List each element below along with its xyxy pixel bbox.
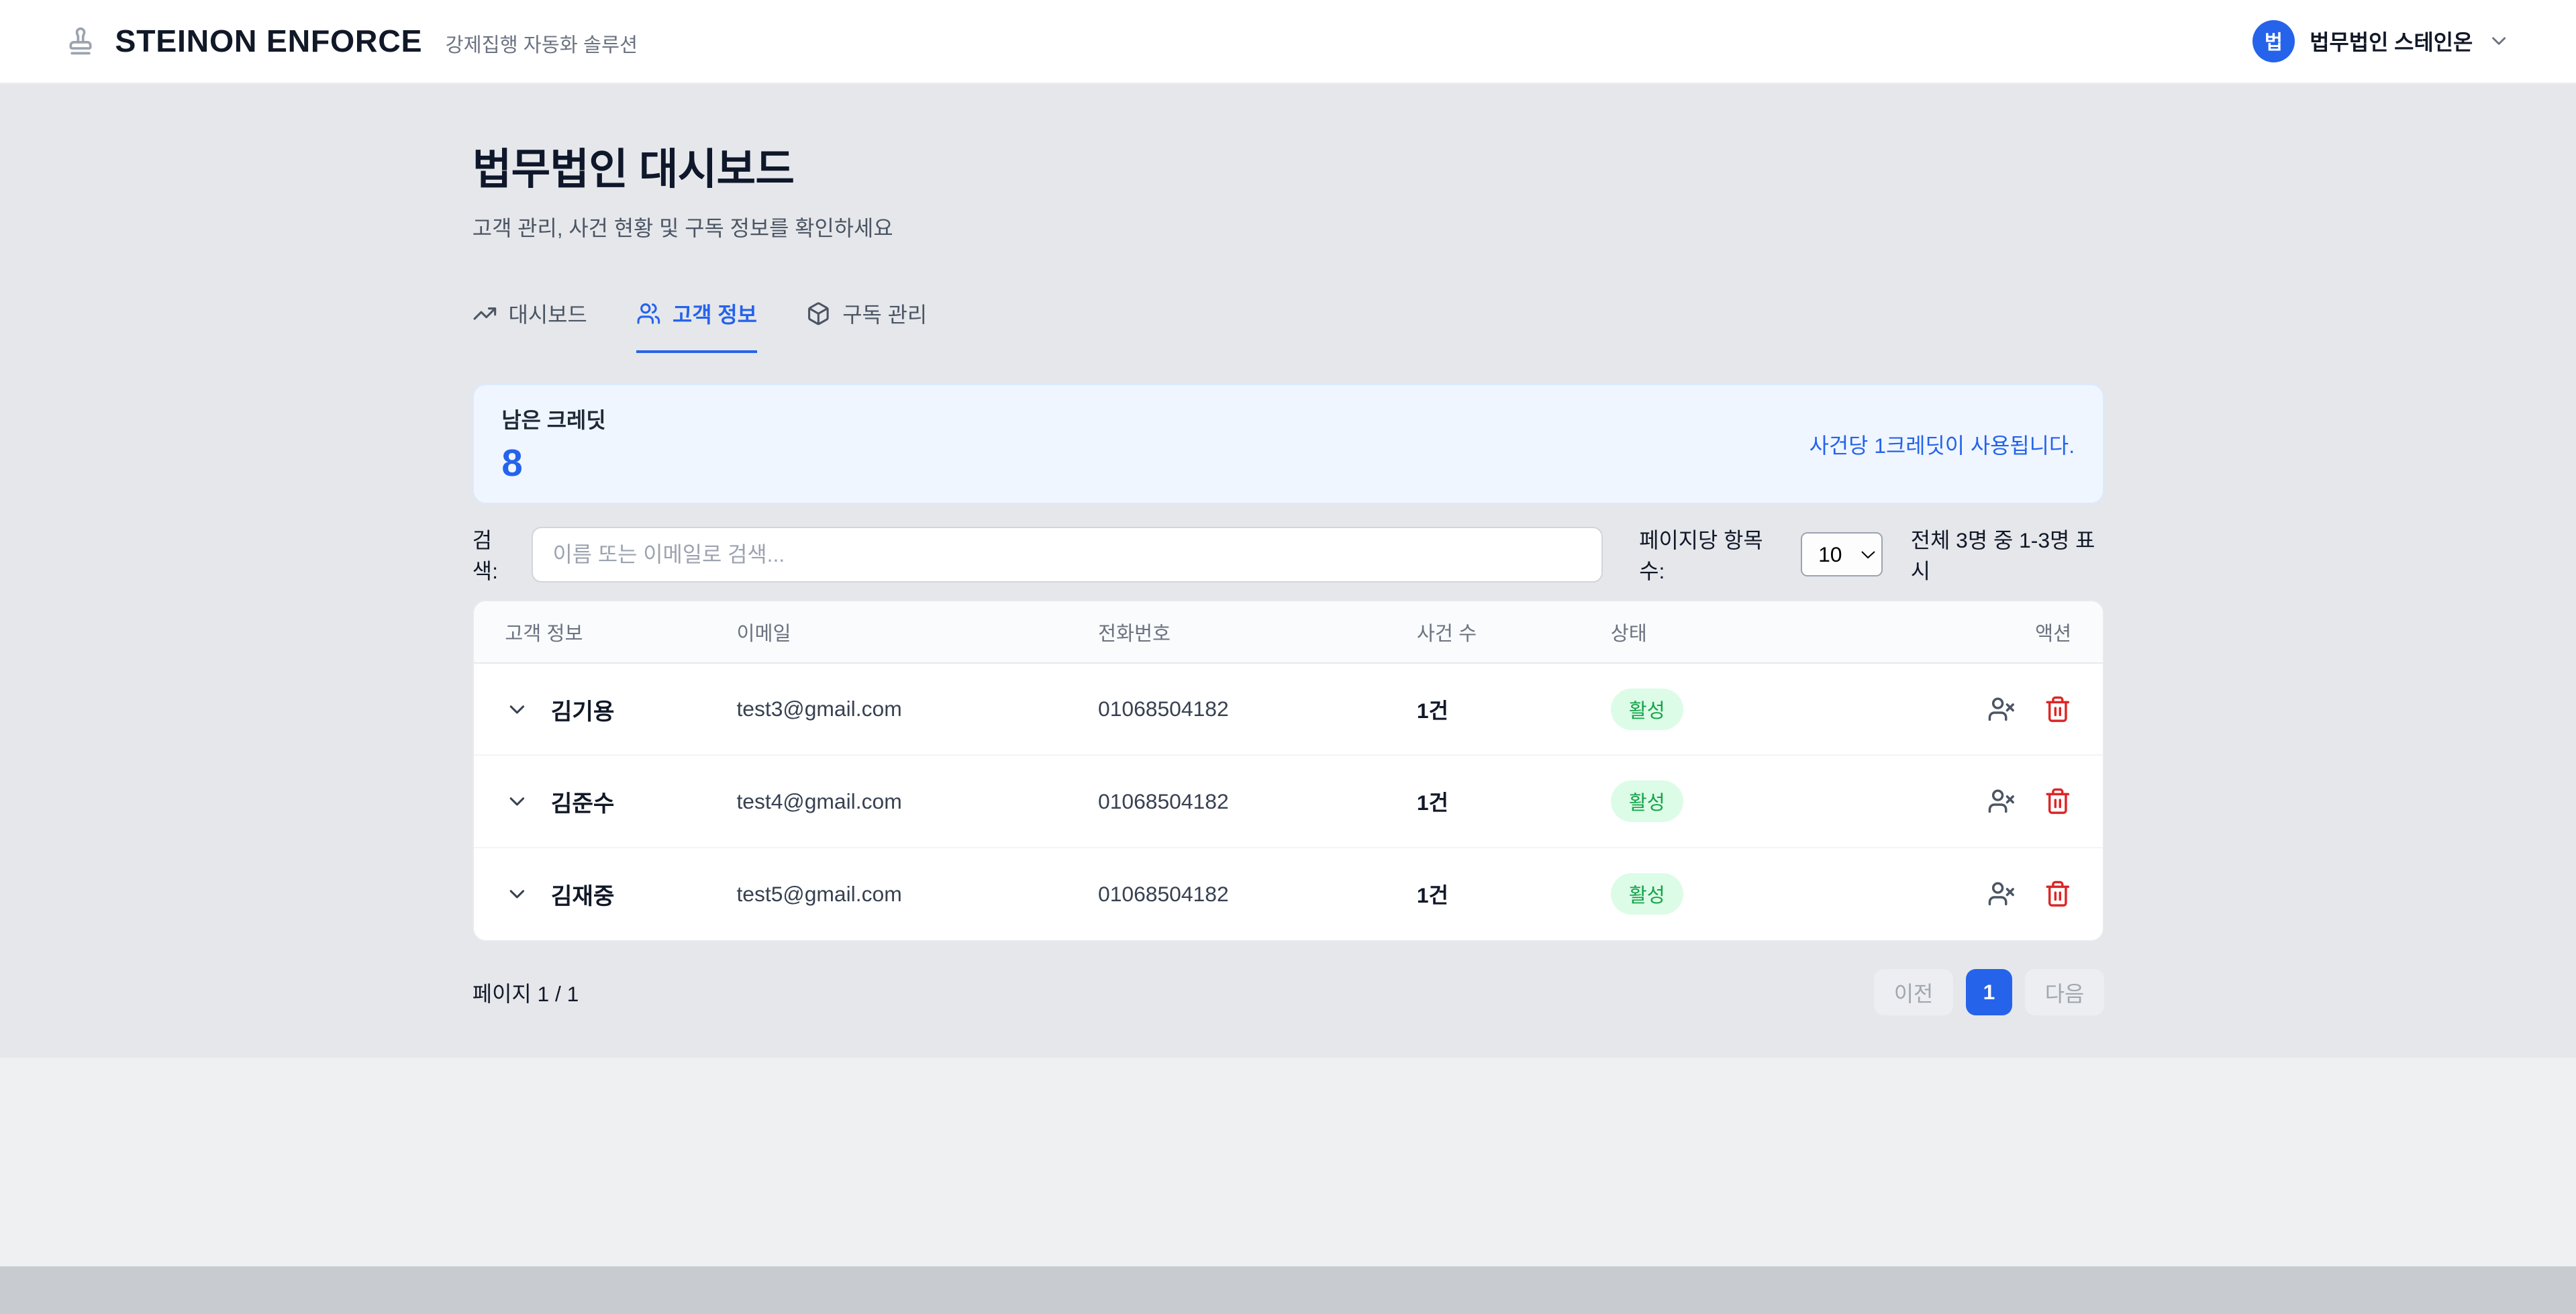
footer-band-light: [0, 1058, 2576, 1266]
row-expander-button[interactable]: [505, 882, 530, 907]
chevron-down-icon: [505, 882, 530, 907]
table-header-row: 고객 정보 이메일 전화번호 사건 수 상태 액션: [474, 601, 2103, 664]
table-toolbar: 검색: 페이지당 항목 수: 10 전체 3명 중 1-3명 표시: [473, 523, 2104, 585]
account-name: 법무법인 스테인온: [2310, 26, 2473, 56]
user-remove-icon: [1987, 787, 2016, 815]
delete-button[interactable]: [2044, 695, 2072, 723]
main-content: 법무법인 대시보드 고객 관리, 사건 현황 및 구독 정보를 확인하세요 대시…: [0, 84, 2576, 1058]
column-header-email: 이메일: [736, 618, 1098, 646]
remove-user-button[interactable]: [1987, 787, 2016, 815]
tab-label: 대시보드: [509, 298, 587, 329]
delete-button[interactable]: [2044, 880, 2072, 908]
customer-name: 김기용: [551, 693, 615, 726]
brand-tagline: 강제집행 자동화 솔루션: [446, 30, 638, 58]
remove-user-button[interactable]: [1987, 695, 2016, 723]
delete-icon: [2044, 695, 2072, 723]
credit-value: 8: [501, 441, 605, 485]
chevron-down-icon: [2487, 30, 2510, 52]
customer-name: 김준수: [551, 785, 615, 818]
column-header-actions: 액션: [1906, 618, 2102, 646]
column-header-customer: 고객 정보: [474, 618, 737, 646]
app-header: STEINON ENFORCE 강제집행 자동화 솔루션 법 법무법인 스테인온: [0, 0, 2576, 84]
tab-bar: 대시보드 고객 정보 구독 관리: [473, 298, 2104, 353]
account-avatar: 법: [2252, 20, 2295, 63]
trending-up-icon: [473, 301, 497, 326]
status-badge: 활성: [1611, 873, 1683, 915]
users-icon: [636, 301, 661, 326]
tab-customers[interactable]: 고객 정보: [636, 298, 757, 353]
tab-label: 구독 관리: [842, 298, 927, 329]
prev-page-button[interactable]: 이전: [1874, 969, 1952, 1015]
brand-logo-icon: [66, 26, 95, 56]
credit-banner: 남은 크레딧 8 사건당 1크레딧이 사용됩니다.: [473, 384, 2104, 504]
status-badge: 활성: [1611, 689, 1683, 730]
customer-phone: 01068504182: [1098, 789, 1417, 814]
customer-phone: 01068504182: [1098, 697, 1417, 721]
table-row: 김재중 test5@gmail.com 01068504182 1건 활성: [474, 848, 2103, 940]
page-title: 법무법인 대시보드: [473, 135, 2104, 197]
credit-left: 남은 크레딧 8: [501, 403, 605, 485]
page-subtitle: 고객 관리, 사건 현황 및 구독 정보를 확인하세요: [473, 211, 2104, 242]
credit-note: 사건당 1크레딧이 사용됩니다.: [1810, 429, 2075, 460]
brand: STEINON ENFORCE 강제집행 자동화 솔루션: [66, 23, 638, 59]
column-header-status: 상태: [1611, 618, 1907, 646]
chevron-down-icon: [505, 789, 530, 814]
footer-band-dark: [0, 1266, 2576, 1314]
search-label: 검색:: [473, 523, 515, 585]
customer-case-count: 1건: [1417, 786, 1611, 817]
customer-email: test4@gmail.com: [736, 789, 1098, 814]
user-remove-icon: [1987, 695, 2016, 723]
customer-case-count: 1건: [1417, 694, 1611, 725]
column-header-cases: 사건 수: [1417, 618, 1611, 646]
brand-title: STEINON ENFORCE: [115, 23, 422, 59]
delete-button[interactable]: [2044, 787, 2072, 815]
tab-subscription[interactable]: 구독 관리: [806, 298, 927, 353]
customer-phone: 01068504182: [1098, 882, 1417, 907]
credit-label: 남은 크레딧: [501, 403, 605, 434]
tab-dashboard[interactable]: 대시보드: [473, 298, 587, 353]
result-range-text: 전체 3명 중 1-3명 표시: [1911, 523, 2104, 585]
delete-icon: [2044, 787, 2072, 815]
pagination: 페이지 1 / 1 이전 1 다음: [473, 969, 2104, 1015]
account-menu[interactable]: 법 법무법인 스테인온: [2252, 20, 2511, 63]
chevron-down-icon: [505, 697, 530, 722]
package-icon: [806, 301, 831, 326]
page-size-label: 페이지당 항목 수:: [1639, 523, 1786, 585]
page-indicator: 페이지 1 / 1: [473, 977, 579, 1008]
customer-email: test3@gmail.com: [736, 697, 1098, 721]
status-badge: 활성: [1611, 780, 1683, 822]
delete-icon: [2044, 880, 2072, 908]
user-remove-icon: [1987, 880, 2016, 908]
current-page-button[interactable]: 1: [1966, 969, 2012, 1015]
column-header-phone: 전화번호: [1098, 618, 1417, 646]
customer-name: 김재중: [551, 877, 615, 911]
next-page-button[interactable]: 다음: [2025, 969, 2103, 1015]
customer-email: test5@gmail.com: [736, 882, 1098, 907]
row-expander-button[interactable]: [505, 697, 530, 722]
search-input[interactable]: [532, 527, 1603, 583]
table-row: 김기용 test3@gmail.com 01068504182 1건 활성: [474, 664, 2103, 756]
customers-table: 고객 정보 이메일 전화번호 사건 수 상태 액션 김기용 test3@gma: [473, 600, 2104, 941]
table-row: 김준수 test4@gmail.com 01068504182 1건 활성: [474, 756, 2103, 848]
row-expander-button[interactable]: [505, 789, 530, 814]
tab-label: 고객 정보: [673, 298, 757, 329]
page-size-select[interactable]: 10: [1801, 532, 1883, 576]
remove-user-button[interactable]: [1987, 880, 2016, 908]
customer-case-count: 1건: [1417, 878, 1611, 909]
